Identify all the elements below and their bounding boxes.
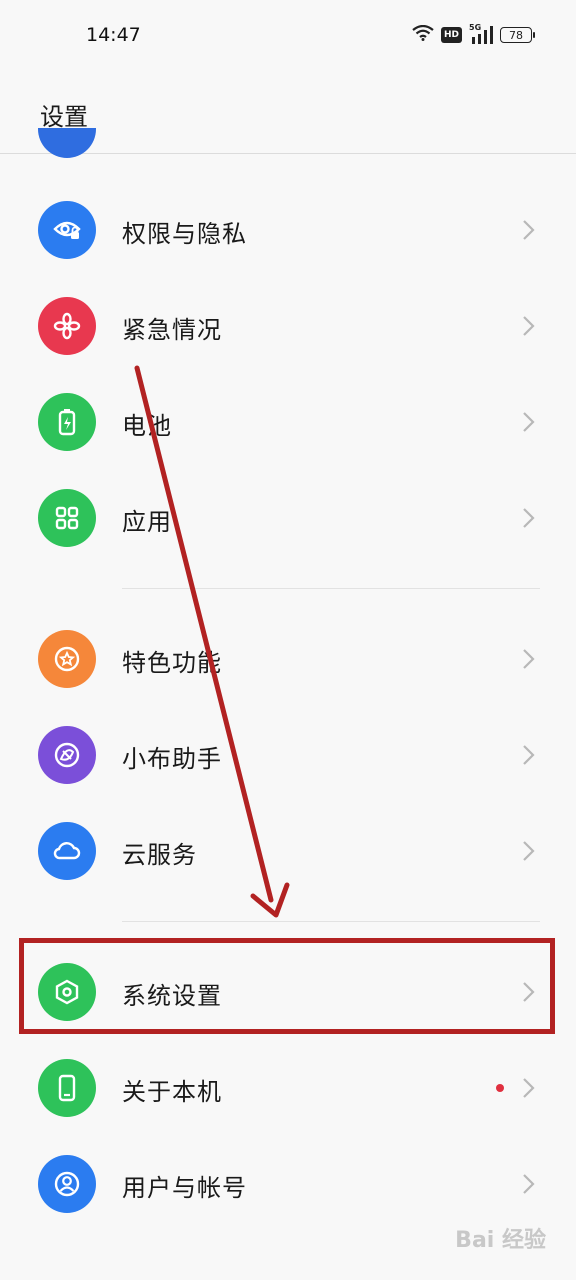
chevron-right-icon	[523, 412, 535, 432]
settings-item-cloud[interactable]: 云服务	[0, 803, 576, 899]
settings-item-assistant[interactable]: 小布助手	[0, 707, 576, 803]
phone-icon	[38, 1059, 96, 1117]
user-icon	[38, 1155, 96, 1213]
watermark: Bai 经验	[455, 1228, 546, 1253]
settings-item-label: 应用	[122, 508, 172, 536]
apps-grid-icon	[38, 489, 96, 547]
settings-item-label: 权限与隐私	[122, 220, 247, 248]
settings-item-label: 电池	[122, 412, 172, 440]
annotation-highlight-box	[19, 938, 555, 1034]
chevron-right-icon	[523, 220, 535, 240]
assistant-icon	[38, 726, 96, 784]
settings-item-battery[interactable]: 电池	[0, 374, 576, 470]
notification-dot	[496, 1084, 504, 1092]
eye-lock-icon	[38, 201, 96, 259]
asterisk-icon	[38, 297, 96, 355]
settings-list: 权限与隐私 紧急情况 电池 应用 特色功能 小布助手 云服务 系统设置 关于本机…	[0, 0, 576, 1280]
settings-item-label: 用户与帐号	[122, 1174, 247, 1202]
cloud-icon	[38, 822, 96, 880]
section-divider	[122, 921, 540, 922]
settings-item-apps[interactable]: 应用	[0, 470, 576, 566]
settings-item-label: 关于本机	[122, 1078, 222, 1106]
chevron-right-icon	[523, 1174, 535, 1194]
battery-icon	[38, 393, 96, 451]
settings-item-special-features[interactable]: 特色功能	[0, 611, 576, 707]
chevron-right-icon	[523, 649, 535, 669]
chevron-right-icon	[523, 745, 535, 765]
settings-item-emergency[interactable]: 紧急情况	[0, 278, 576, 374]
star-icon	[38, 630, 96, 688]
settings-item-privacy[interactable]: 权限与隐私	[0, 182, 576, 278]
settings-item-label: 小布助手	[122, 745, 222, 773]
settings-item-about-phone[interactable]: 关于本机	[0, 1040, 576, 1136]
settings-item-users-accounts[interactable]: 用户与帐号	[0, 1136, 576, 1232]
section-divider	[122, 588, 540, 589]
settings-item-label: 云服务	[122, 841, 197, 869]
chevron-right-icon	[523, 1078, 535, 1098]
settings-item-label: 紧急情况	[122, 316, 222, 344]
settings-item-label: 特色功能	[122, 649, 222, 677]
chevron-right-icon	[523, 841, 535, 861]
chevron-right-icon	[523, 508, 535, 528]
chevron-right-icon	[523, 316, 535, 336]
